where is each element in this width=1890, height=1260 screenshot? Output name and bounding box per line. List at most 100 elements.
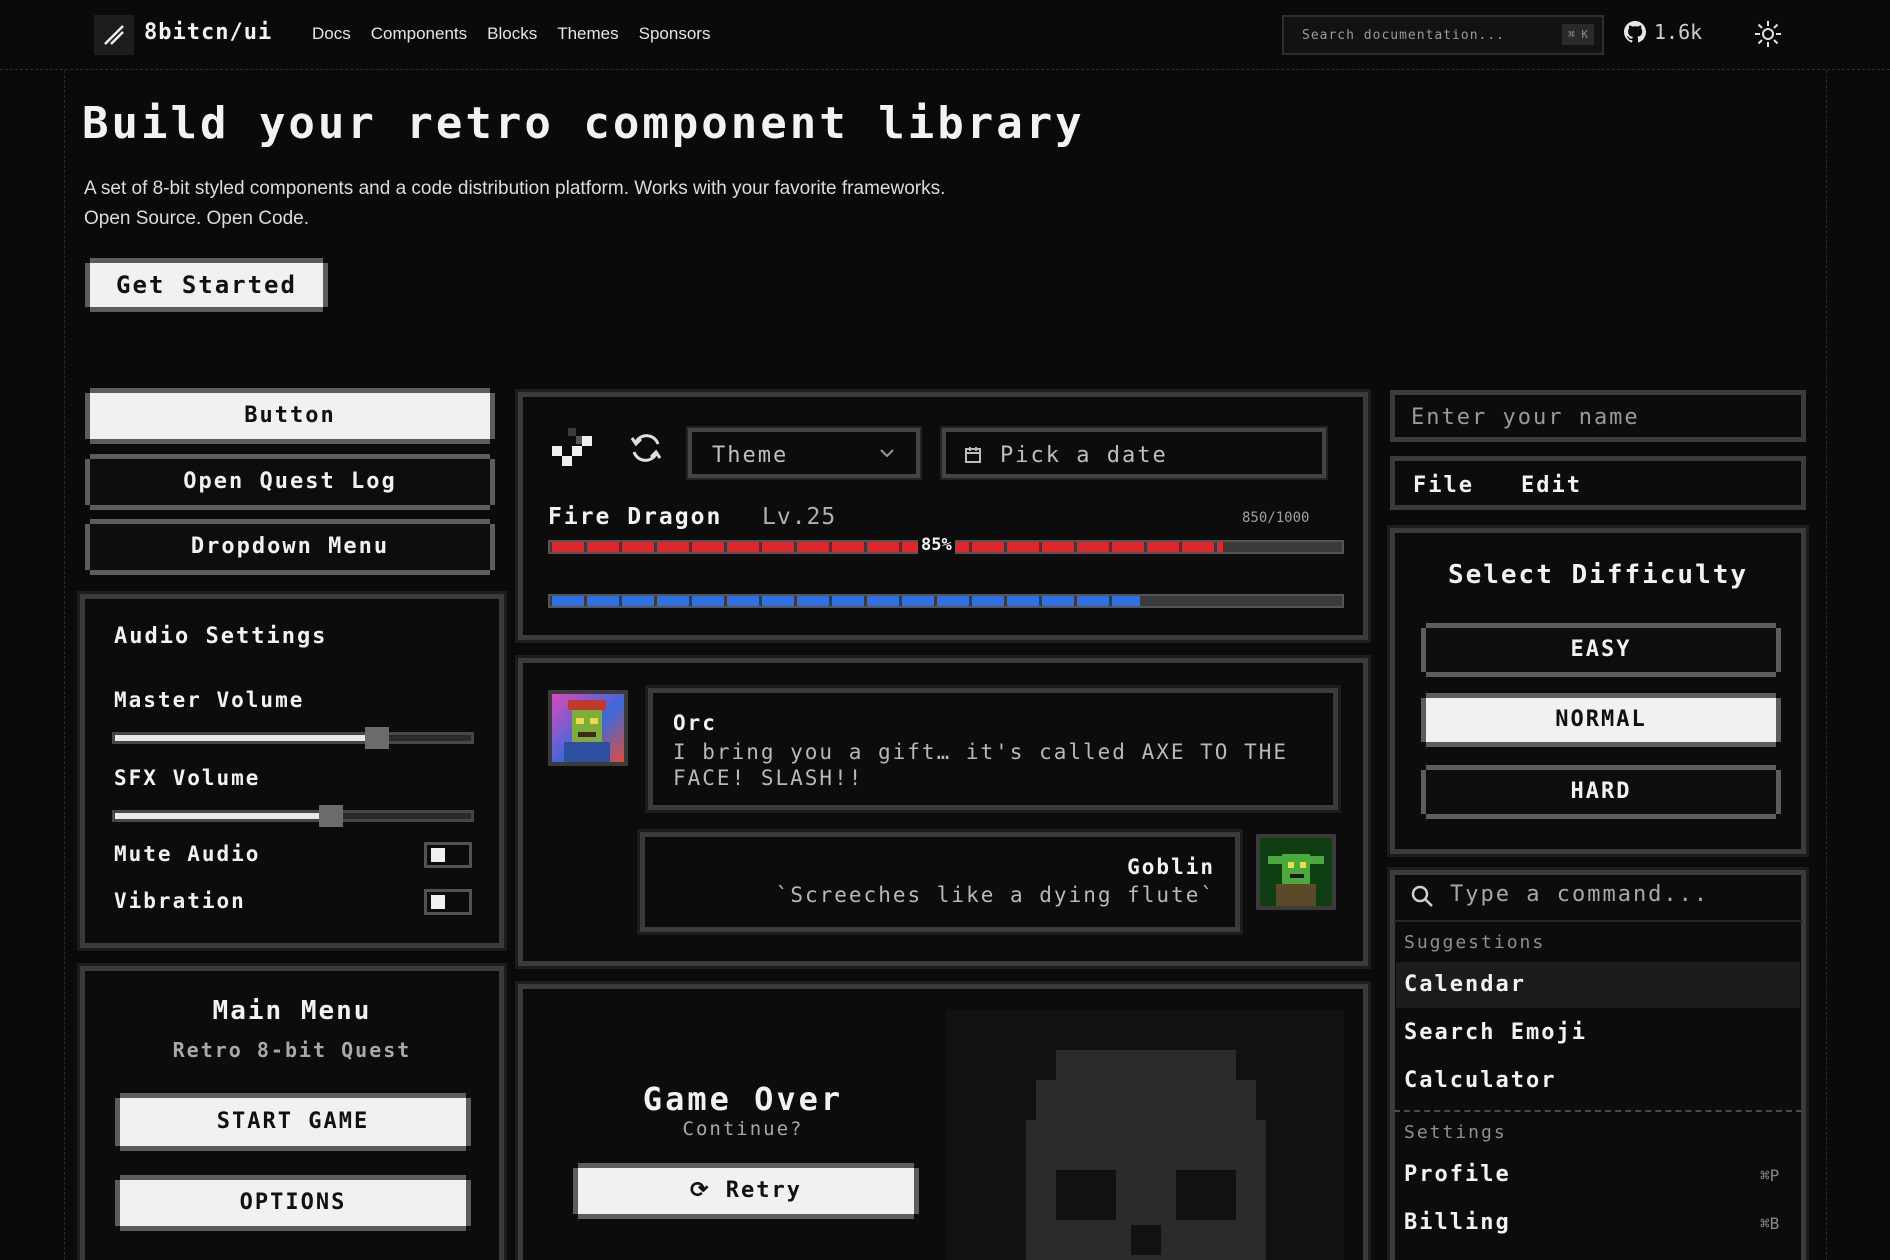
name-input-placeholder: Enter your name [1411, 405, 1640, 430]
difficulty-hard-button[interactable]: HARD [1426, 770, 1776, 814]
orc-speaker: Orc [673, 711, 717, 735]
retry-button[interactable]: ⟳ Retry [578, 1168, 914, 1214]
mana-segment [1077, 596, 1109, 606]
health-segment [1112, 542, 1144, 552]
health-segment [762, 542, 794, 552]
health-segment [797, 542, 829, 552]
command-divider [1394, 920, 1802, 922]
goblin-speaker: Goblin [1127, 855, 1215, 879]
retry-label: Retry [725, 1178, 802, 1203]
date-picker[interactable]: Pick a date [940, 426, 1328, 480]
mute-audio-toggle[interactable] [424, 842, 472, 868]
main-menu-subtitle: Retro 8-bit Quest [172, 1038, 412, 1062]
health-segment [867, 542, 899, 552]
health-percent-label: 85% [918, 535, 955, 555]
goblin-dialog-text: `Screeches like a dying flute` [775, 883, 1215, 907]
sun-icon[interactable] [1754, 20, 1782, 52]
difficulty-normal-button[interactable]: NORMAL [1426, 698, 1776, 742]
sfx-volume-knob[interactable] [318, 805, 343, 827]
game-over-subtitle: Continue? [682, 1118, 804, 1140]
get-started-button[interactable]: Get Started [90, 263, 323, 307]
search-shortcut: ⌘ K [1562, 24, 1594, 45]
dropdown-menu-button[interactable]: Dropdown Menu [90, 524, 490, 570]
health-segment [1182, 542, 1214, 552]
nav-links: Docs Components Blocks Themes Sponsors [312, 24, 710, 44]
command-item-search-emoji[interactable]: Search Emoji [1404, 1020, 1587, 1045]
health-segment [1147, 542, 1179, 552]
nav-link-blocks[interactable]: Blocks [487, 24, 537, 44]
retry-icon: ⟳ [690, 1178, 711, 1203]
nav-link-themes[interactable]: Themes [557, 24, 618, 44]
nav-link-docs[interactable]: Docs [312, 24, 351, 44]
mana-bar [548, 594, 1344, 608]
command-separator [1394, 1110, 1802, 1112]
command-item-calculator[interactable]: Calculator [1404, 1068, 1556, 1093]
sfx-volume-slider[interactable] [112, 805, 474, 827]
nav-link-sponsors[interactable]: Sponsors [639, 24, 711, 44]
theme-select-value: Theme [712, 443, 789, 468]
top-nav: 8bitcn/ui Docs Components Blocks Themes … [0, 0, 1890, 70]
refresh-icon[interactable] [628, 430, 664, 466]
game-over-title: Game Over [642, 1080, 844, 1118]
skull-image [946, 1010, 1344, 1260]
pixel-logo-icon [552, 428, 592, 466]
mana-segment [972, 596, 1004, 606]
mana-segment [762, 596, 794, 606]
master-volume-slider[interactable] [112, 727, 474, 749]
start-game-button[interactable]: START GAME [120, 1098, 466, 1146]
master-volume-knob[interactable] [364, 727, 389, 749]
mana-segment [622, 596, 654, 606]
main-menu-title: Main Menu [212, 996, 372, 1026]
health-segment [692, 542, 724, 552]
command-item-calendar[interactable]: Calendar [1404, 972, 1526, 997]
mana-segment [797, 596, 829, 606]
mana-segment [867, 596, 899, 606]
mana-segment [902, 596, 934, 606]
health-segment [622, 542, 654, 552]
slash-logo-icon[interactable] [94, 15, 134, 55]
difficulty-title: Select Difficulty [1447, 560, 1749, 590]
mana-segment [1042, 596, 1074, 606]
menubar-file[interactable]: File [1413, 473, 1474, 498]
options-button[interactable]: OPTIONS [120, 1180, 466, 1226]
command-item-billing[interactable]: Billing [1404, 1210, 1511, 1235]
health-segment [972, 542, 1004, 552]
billing-shortcut: ⌘B [1760, 1214, 1780, 1233]
hero-description: A set of 8-bit styled components and a c… [84, 178, 946, 229]
mana-segment [937, 596, 969, 606]
boss-hp-text: 850/1000 [1242, 510, 1310, 526]
theme-select[interactable]: Theme [686, 426, 922, 480]
health-segment [1077, 542, 1109, 552]
goblin-dialog-bubble: Goblin `Screeches like a dying flute` [637, 829, 1243, 935]
health-segment [1217, 542, 1224, 552]
settings-header: Settings [1404, 1122, 1507, 1143]
mute-audio-label: Mute Audio [114, 842, 261, 866]
goblin-avatar [1256, 834, 1336, 910]
command-item-profile[interactable]: Profile [1404, 1162, 1511, 1187]
vibration-label: Vibration [114, 889, 246, 913]
health-segment [727, 542, 759, 552]
health-segment [657, 542, 689, 552]
demo-button[interactable]: Button [90, 393, 490, 439]
open-quest-log-button[interactable]: Open Quest Log [90, 459, 490, 505]
page-guide-left [64, 70, 65, 1260]
vibration-toggle[interactable] [424, 889, 472, 915]
search-placeholder: Search documentation... [1302, 28, 1506, 43]
date-picker-placeholder: Pick a date [1000, 443, 1168, 468]
github-stars: 1.6k [1654, 20, 1703, 44]
menubar-edit[interactable]: Edit [1521, 473, 1582, 498]
health-segment [832, 542, 864, 552]
github-link[interactable]: 1.6k [1624, 20, 1702, 44]
mana-segment [552, 596, 584, 606]
name-input[interactable]: Enter your name [1390, 390, 1806, 442]
difficulty-easy-button[interactable]: EASY [1426, 628, 1776, 672]
health-segment [552, 542, 584, 552]
toggle-knob [431, 848, 445, 862]
command-panel [1387, 867, 1809, 1260]
nav-link-components[interactable]: Components [371, 24, 467, 44]
command-input[interactable]: Type a command... [1450, 882, 1709, 907]
sfx-volume-fill [115, 813, 329, 819]
suggestions-header: Suggestions [1404, 932, 1546, 953]
brand-name[interactable]: 8bitcn/ui [144, 20, 272, 45]
search-input[interactable]: Search documentation... ⌘ K [1282, 15, 1604, 55]
